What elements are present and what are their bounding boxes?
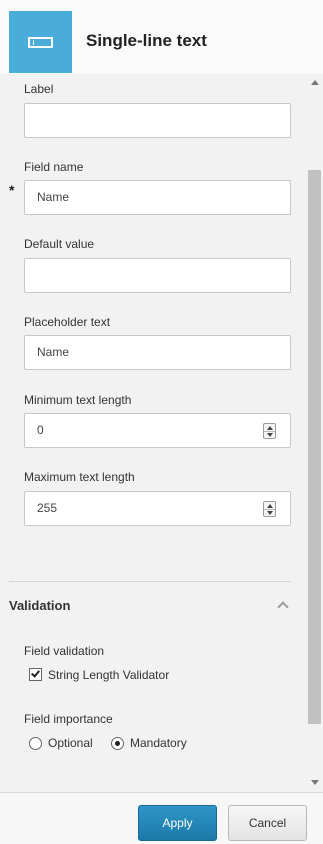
string-length-validator-checkbox[interactable] [29, 668, 42, 681]
panel-header: Single-line text [0, 0, 323, 74]
spinner-up-icon[interactable] [267, 426, 273, 430]
string-length-validator-label[interactable]: String Length Validator [48, 668, 169, 682]
checkmark-icon [31, 668, 40, 678]
cancel-button[interactable]: Cancel [228, 805, 307, 841]
placeholder-text-label: Placeholder text [24, 315, 111, 329]
vertical-scrollbar[interactable] [306, 74, 323, 792]
optional-radio[interactable] [29, 737, 42, 750]
field-importance-label: Field importance [24, 712, 113, 726]
default-value-label: Default value [24, 237, 95, 251]
chevron-up-icon[interactable] [277, 601, 289, 613]
field-name-label: Field name [24, 160, 84, 174]
max-length-input[interactable]: 255 [24, 491, 291, 526]
dialog-footer: Apply Cancel [0, 792, 323, 844]
section-divider [9, 581, 291, 582]
spinner-down-icon[interactable] [267, 433, 273, 437]
mandatory-label[interactable]: Mandatory [130, 736, 187, 750]
label-input[interactable] [24, 103, 291, 138]
apply-button[interactable]: Apply [138, 805, 217, 841]
max-length-label: Maximum text length [24, 470, 135, 484]
validation-section-title[interactable]: Validation [9, 598, 70, 613]
properties-panel: Label Field name * Name Default value Pl… [0, 74, 306, 792]
spinner-down-icon[interactable] [267, 511, 273, 515]
panel-title: Single-line text [86, 31, 207, 50]
min-length-spinner[interactable] [263, 423, 276, 439]
text-field-icon [9, 11, 72, 73]
required-marker: * [9, 182, 15, 198]
min-length-label: Minimum text length [24, 393, 132, 407]
mandatory-radio[interactable] [111, 737, 124, 750]
label-field-label: Label [24, 82, 54, 96]
scroll-up-arrow-icon[interactable] [311, 80, 319, 85]
max-length-spinner[interactable] [263, 501, 276, 517]
optional-label[interactable]: Optional [48, 736, 93, 750]
min-length-input[interactable]: 0 [24, 413, 291, 448]
field-name-input[interactable]: Name [24, 180, 291, 215]
scroll-down-arrow-icon[interactable] [311, 780, 319, 785]
spinner-up-icon[interactable] [267, 504, 273, 508]
radio-selected-dot [115, 741, 120, 746]
placeholder-text-input[interactable]: Name [24, 335, 291, 370]
field-validation-label: Field validation [24, 644, 105, 658]
scroll-thumb[interactable] [308, 170, 321, 724]
default-value-input[interactable] [24, 258, 291, 293]
